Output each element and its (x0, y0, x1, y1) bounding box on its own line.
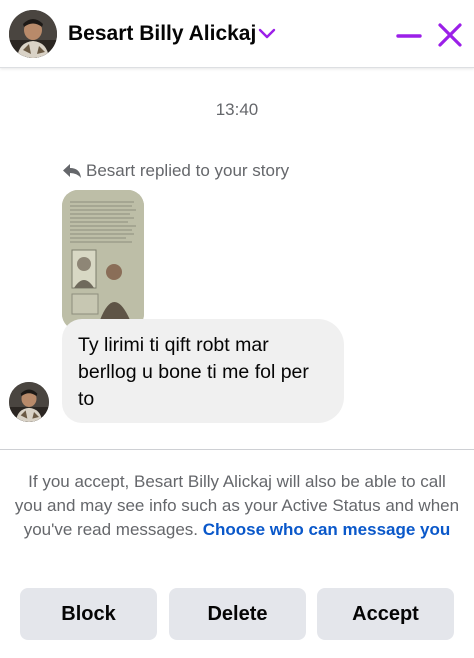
close-icon[interactable] (436, 21, 464, 49)
chevron-down-icon[interactable] (258, 28, 276, 40)
block-button[interactable]: Block (20, 588, 157, 640)
sender-avatar[interactable] (9, 382, 49, 422)
minimize-icon[interactable] (396, 23, 422, 49)
divider (0, 449, 474, 450)
message-bubble[interactable]: Ty lirimi ti qift robt mar berllog u bon… (62, 319, 344, 423)
reply-arrow-icon (63, 164, 81, 178)
accept-button[interactable]: Accept (317, 588, 454, 640)
choose-who-can-message-link[interactable]: Choose who can message you (203, 520, 451, 539)
story-reply-label: Besart replied to your story (86, 161, 290, 180)
contact-name[interactable]: Besart Billy Alickaj (68, 22, 256, 46)
contact-avatar[interactable] (9, 10, 57, 58)
chat-header: Besart Billy Alickaj (0, 0, 474, 68)
delete-button[interactable]: Delete (169, 588, 306, 640)
message-timestamp: 13:40 (215, 100, 259, 119)
story-reply-context: Besart replied to your story (62, 161, 289, 181)
story-thumbnail[interactable] (62, 190, 144, 330)
message-request-notice: If you accept, Besart Billy Alickaj will… (14, 470, 460, 542)
